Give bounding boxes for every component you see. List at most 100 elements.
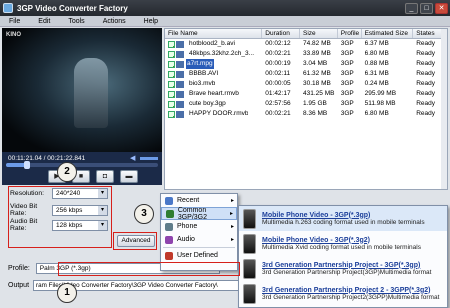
file-checkbox[interactable]: ✓ [168, 50, 175, 58]
column-estimated-size[interactable]: Estimated Size [362, 29, 414, 38]
file-row[interactable]: ✓a7rt.mpg00:00:193.04 MB3GP0.88 MBReady [165, 59, 447, 69]
resolution-select[interactable]: 240*240 [52, 188, 108, 199]
menu-separator [163, 247, 235, 248]
snapshot-button[interactable]: ◘ [96, 170, 114, 183]
profile-option[interactable]: 3rd Generation Partnership Project - 3GP… [239, 256, 447, 281]
file-row[interactable]: ✓ hotblood2_b.avi 00:02:12 74.82 MB 3GP 6.37 … [165, 39, 447, 49]
file-size: 3.04 MB [303, 60, 328, 67]
menu-file[interactable]: File [0, 18, 29, 25]
menu-item-label: Common 3GP/3G2 [177, 206, 207, 221]
file-profile: 3GP [340, 80, 354, 87]
video-subject [74, 58, 108, 128]
video-file-icon [176, 80, 184, 88]
menu-actions[interactable]: Actions [94, 18, 135, 25]
file-name-cell: ✓ BBBB.AVI [165, 69, 262, 79]
video-file-icon [176, 50, 184, 58]
file-checkbox[interactable]: ✓ [168, 40, 175, 48]
profile-option[interactable]: Mobile Phone Video - 3GP(*.3g2) Multimedi… [239, 231, 447, 256]
profile-option[interactable]: Mobile Phone Video - 3GP(*.3gp) Multimedi… [239, 206, 447, 231]
minimize-button[interactable]: _ [405, 2, 418, 14]
profile-submenu: Mobile Phone Video - 3GP(*.3gp) Multimedi… [238, 205, 448, 308]
submenu-arrow-icon: ▸ [230, 224, 234, 230]
profile-option[interactable]: 3rd Generation Partnership Project 2 - 3… [239, 281, 447, 306]
resolution-label: Resolution: [10, 190, 45, 197]
volume-icon[interactable]: ◀ [130, 154, 135, 162]
category-icon [165, 235, 173, 244]
file-estimated-size: 6.31 MB [364, 70, 389, 77]
menu-item-phone[interactable]: Phone ▸ [161, 220, 237, 233]
menu-item-recent[interactable]: Recent ▸ [161, 194, 237, 207]
file-name: cute boy.3gp [189, 100, 226, 107]
file-name: BBBB.AVI [189, 70, 219, 77]
column-duration[interactable]: Duration [262, 29, 301, 38]
maximize-button[interactable]: □ [420, 2, 433, 14]
file-list-scrollbar[interactable] [441, 29, 447, 189]
menu-item-label: Recent [177, 197, 200, 204]
file-checkbox[interactable]: ✓ [168, 80, 175, 88]
file-estimated-size: 295.99 MB [364, 90, 397, 97]
file-name: 48kbps.32khz.2ch_3... [189, 50, 255, 57]
video-file-icon [176, 40, 184, 48]
seek-handle[interactable] [24, 161, 31, 169]
column-file-name[interactable]: File Name [165, 29, 263, 38]
file-checkbox[interactable]: ✓ [168, 90, 175, 98]
file-name-cell: ✓ 48kbps.32khz.2ch_3... [165, 49, 262, 59]
file-profile: 3GP [340, 100, 354, 107]
column-size[interactable]: Size [300, 29, 338, 38]
file-row[interactable]: ✓ cute boy.3gp 02:57:56 1.95 GB 3GP 511.98 MB… [165, 99, 447, 109]
folder-button[interactable]: ▬ [120, 170, 138, 183]
file-profile: 3GP [340, 50, 354, 57]
file-estimated-size: 0.88 MB [364, 60, 389, 67]
file-duration: 00:02:12 [265, 40, 291, 47]
file-duration: 00:02:21 [265, 110, 291, 117]
close-button[interactable]: ✕ [435, 2, 448, 14]
profile-option-description: Multimedia Xvid coding format used in mo… [262, 243, 421, 251]
output-label: Output [8, 282, 30, 289]
seek-bar[interactable] [6, 161, 158, 169]
file-name: bio3.mvb [189, 80, 216, 87]
callout-badge-3: 3 [134, 204, 154, 224]
title-bar: 3GP Video Converter Factory _ □ ✕ [0, 0, 450, 16]
volume-slider[interactable] [140, 157, 158, 160]
file-name: hotblood2_b.avi [189, 40, 235, 47]
file-estimated-size: 6.80 MB [364, 110, 389, 117]
file-checkbox[interactable]: ✓ [168, 70, 175, 78]
file-checkbox[interactable]: ✓ [168, 60, 175, 68]
file-row[interactable]: ✓ Brave heart.rmvb 01:42:17 431.25 MB 3GP 295… [165, 89, 447, 99]
file-name-cell: ✓ bio3.mvb [165, 79, 262, 89]
menu-item-common-3gp-3g2[interactable]: Common 3GP/3G2 ▸ [161, 206, 237, 221]
phone-icon [243, 208, 256, 229]
video-bitrate-select[interactable]: 256 kbps [52, 204, 108, 216]
file-checkbox[interactable]: ✓ [168, 100, 175, 108]
file-name-cell: ✓ a7rt.mpg [165, 59, 262, 69]
column-profile[interactable]: Profile [338, 29, 362, 38]
video-file-icon [176, 60, 184, 68]
file-size: 74.82 MB [303, 40, 331, 47]
profile-option-title: Mobile Phone Video - 3GP(*.3g2) [262, 236, 370, 244]
file-row[interactable]: ✓ HAPPY DOOR.rmvb 00:02:21 8.36 MB 3GP 6.80 M… [165, 109, 447, 119]
advanced-button[interactable]: Advanced [117, 235, 155, 247]
menu-edit[interactable]: Edit [29, 18, 59, 25]
file-name: HAPPY DOOR.rmvb [189, 110, 249, 117]
video-logo: KINO [6, 32, 21, 38]
file-row[interactable]: ✓ 48kbps.32khz.2ch_3... 00:02:21 33.89 MB 3G… [165, 49, 447, 59]
file-row[interactable]: ✓bio3.mvb00:00:0530.18 MB3GP0.24 MBReady [165, 79, 447, 89]
video-file-icon [176, 70, 184, 78]
menu-item-user-defined[interactable]: User Defined [161, 249, 237, 262]
file-name: Brave heart.rmvb [189, 90, 239, 97]
file-duration: 00:02:21 [265, 50, 291, 57]
file-checkbox[interactable]: ✓ [168, 110, 175, 118]
file-name-cell: ✓ hotblood2_b.avi [165, 39, 262, 49]
category-icon [165, 251, 173, 260]
profile-option-title: 3rd Generation Partnership Project - 3GP… [262, 261, 421, 269]
submenu-arrow-icon: ▸ [229, 211, 233, 217]
audio-bitrate-select[interactable]: 128 kbps [52, 219, 108, 231]
category-icon [166, 209, 174, 218]
menu-help[interactable]: Help [135, 18, 167, 25]
submenu-arrow-icon: ▸ [230, 237, 234, 243]
menu-tools[interactable]: Tools [59, 18, 93, 25]
file-row[interactable]: ✓BBBB.AVI00:02:1161.32 MB3GP6.31 MBReady [165, 69, 447, 79]
menu-item-audio[interactable]: Audio ▸ [161, 233, 237, 246]
file-estimated-size: 0.24 MB [364, 80, 389, 87]
file-list: File Name Duration Size Profile Estimate… [164, 28, 448, 190]
